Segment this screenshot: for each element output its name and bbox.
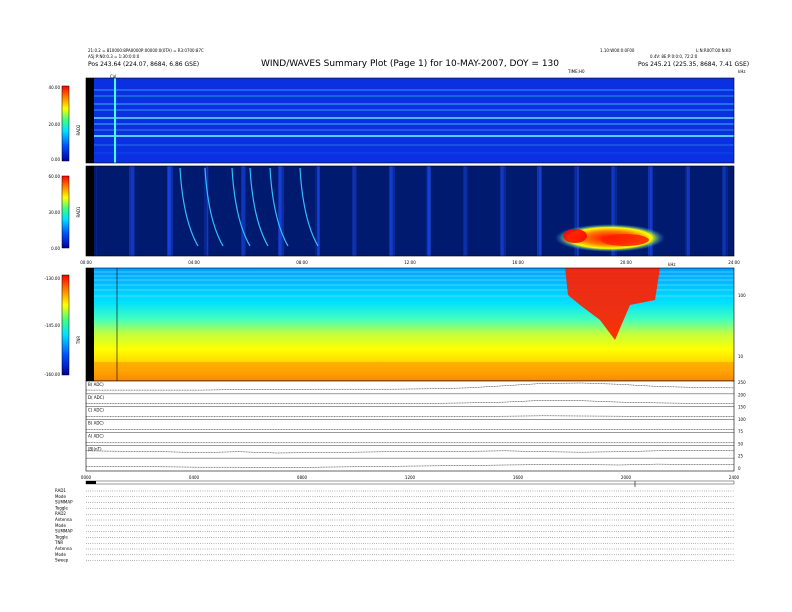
status-rows: RAD1ModeSUMMAPToggleRAD2AntennaModeSUMMA… [54,480,735,563]
line-x-tick: 0800 [297,475,308,480]
rad1-cbar-tick-top: 60.00 [49,174,61,179]
header-right-line2: L:N:R00T:00:N:K0 [696,48,732,53]
hz-label: kHz [738,69,745,74]
tnr-ylabel: TNR [76,336,81,345]
rad1-streak [204,166,205,256]
line-right-tick: 0 [738,466,741,471]
rad1-streak [538,166,540,256]
header-right-line3: 0.4V: 8E:P:0:0:0, 72:2:0 [650,54,698,59]
rad1-x-tick: 16:00 [512,260,524,265]
header-left-line1: 21:0.2 = 810000:8PA0000P:00000:0(0TA) = … [88,48,204,53]
status-row-label: Sweep [55,558,69,563]
rad1-streak [352,166,354,256]
status-row-label: Toggle [54,505,68,510]
tnr-right-tick-100: 100 [738,293,746,298]
rad1-x-tick: 24:00 [728,260,740,265]
rad2-cbar-tick-top: 40.00 [49,85,61,90]
line-x-tick: 2000 [621,475,632,480]
rad1-x-tick: 00:00 [80,260,92,265]
line-series-label: B( ADC) [88,382,104,387]
plot-title: WIND/WAVES Summary Plot (Page 1) for 10-… [261,59,559,69]
summary-plot: 21:0.2 = 810000:8PA0000P:00000:0(0TA) = … [45,48,750,563]
line-right-tick: 200 [738,392,746,397]
tnr-gap [86,268,94,381]
rad1-gap [86,166,94,256]
status-row-label: Mode [55,523,66,528]
rad1-streak [537,166,538,256]
tnr-right-tick-10: 10 [738,354,744,359]
tnr-low-band [94,362,734,381]
line-right-tick: 25 [738,454,744,459]
rad1-streak [167,166,170,256]
header-left-line2: A5j:P:N0:0.3 = 1:30:0:0:0 [88,54,140,59]
rad1-x-tick: 20:00 [620,260,632,265]
status-row-label: Antenna [55,546,72,551]
line-x-tick: 2400 [729,475,740,480]
status-row-label: RAD2 [55,511,66,516]
rad1-cbar-tick-bot: 0.00 [51,246,60,251]
status-row-label: SUMMAP [55,529,73,534]
rad1-streak [241,166,243,256]
line-series-label: B( ADC) [88,421,104,426]
status-row-label: Mode [55,494,66,499]
rad1-streak [463,166,465,256]
tnr-cbar-tick-mid: -145.00 [45,323,61,328]
tnr-cbar-tick-top: -130.00 [45,276,61,281]
header-right-line1: 1.10:W00:0:0F00 [600,48,635,53]
status-row-label: TNR [54,540,63,545]
rad2-cal-mark [114,78,116,163]
header-right-line4: Pos 245.21 (225.35, 8684, 7.41 GSE) [638,61,749,68]
rad1-ylabel: RAD1 [76,206,81,217]
tnr-colorbar [61,274,70,376]
status-row-label: RAD1 [55,488,66,493]
line-panels: B( ADC) D( ADC) C( ADC) B( ADC) A( ADC) |B|(n… [81,380,746,480]
line-series-label: A( ADC) [88,433,104,438]
rad1-x-tick: 08:00 [296,260,308,265]
time-label: TIME:H0 [567,69,585,74]
rad1-streak [389,166,392,256]
header-left-line3: Pos 243.64 (224.07, 8684, 6.86 GSE) [88,61,199,68]
tnr-right-unit: kHz [668,262,675,267]
rad2-cbar-tick-bot: 0.00 [51,157,60,162]
rad1-streak [500,166,503,256]
rad2-gap [86,78,94,163]
line-right-tick: 50 [738,441,744,446]
status-row-label: Antenna [55,517,72,522]
rad1-x-tick: 12:00 [404,260,416,265]
line-series-label: C( ADC) [88,408,104,413]
line-x-tick: 0000 [81,475,92,480]
line-series-label: D( ADC) [88,395,105,400]
status-row-label: Toggle [54,534,68,539]
line-series-label: |B|(nT) [88,446,102,451]
line-right-tick: 150 [738,405,746,410]
rad1-streak [722,166,725,256]
rad1-cbar-tick-mid: 30.00 [49,210,61,215]
line-right-tick: 75 [738,429,744,434]
rad2-colorbar [61,85,70,162]
rad1-colorbar [61,175,70,249]
line-x-tick: 1600 [513,475,524,480]
rad1-streak [96,166,97,256]
rad1-x-tick: 04:00 [188,260,200,265]
line-right-tick: 100 [738,417,746,422]
rad2-ylabel: RAD2 [76,124,81,135]
rad1-streak [129,166,130,256]
line-x-tick: 0400 [189,475,200,480]
rad1-streak [685,166,687,256]
rad1-panel: 60.00 30.00 0.00 RAD1 00:00 04:00 08:00 12:… [49,165,740,265]
rad2-panel: 40.00 20.00 0.00 RAD2 [49,77,735,164]
status-row-label: Mode [55,552,66,557]
rad2-cbar-tick-mid: 20.00 [49,122,61,127]
rad1-streak [426,166,427,256]
tnr-panel: -130.00 -145.00 -160.00 TNR 100 10 kHz [45,262,746,382]
rad1-streak [130,166,132,256]
status-row-label: SUMMAP [55,500,73,505]
rad1-streak [278,166,281,256]
rad2-heatmap [86,78,734,163]
rad1-streak [427,166,429,256]
line-right-tick: 250 [738,380,746,385]
tnr-cbar-tick-bot: -160.00 [45,372,61,377]
line-x-tick: 1200 [405,475,416,480]
